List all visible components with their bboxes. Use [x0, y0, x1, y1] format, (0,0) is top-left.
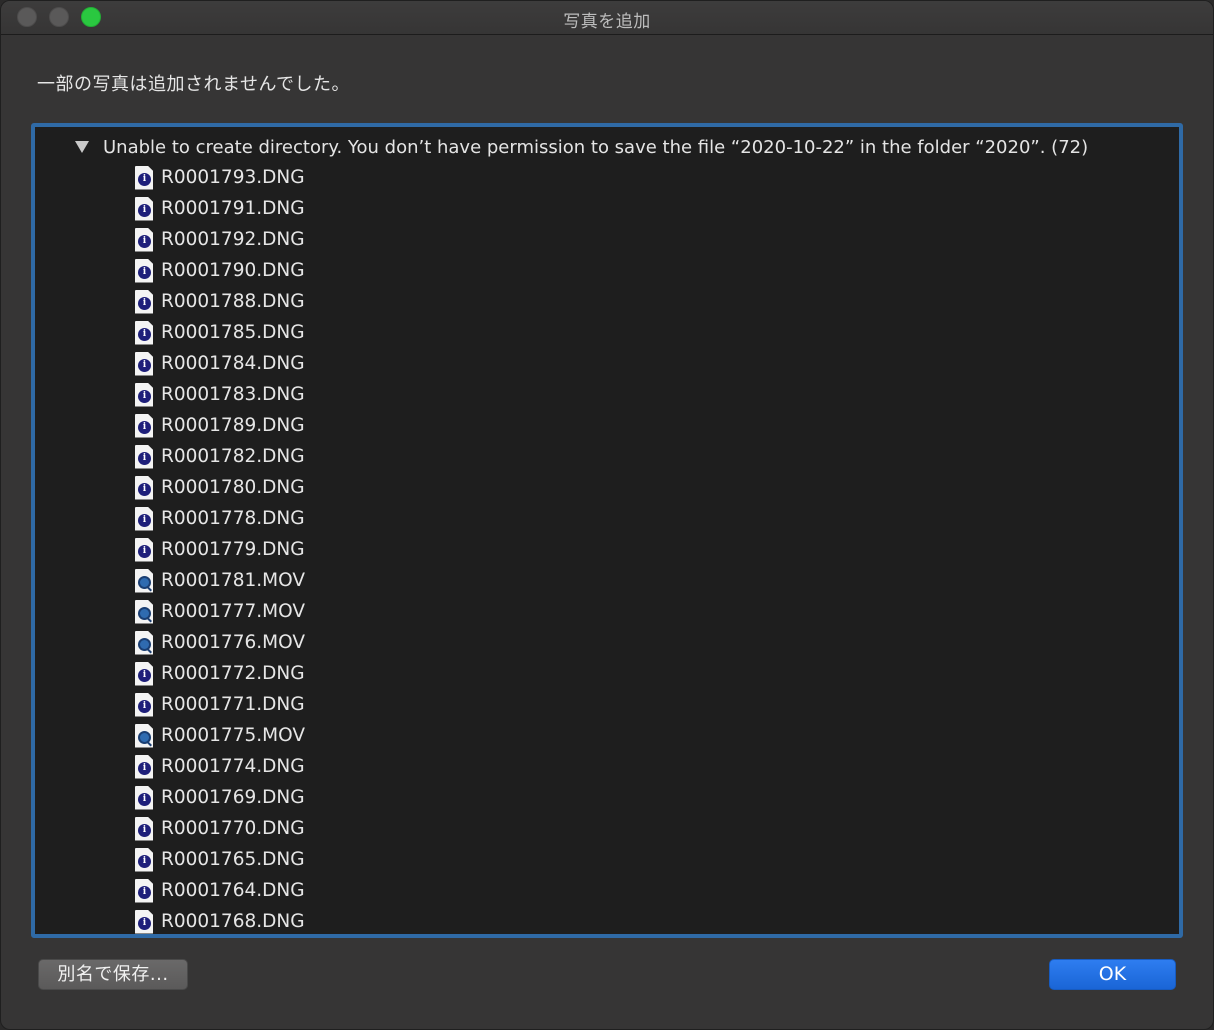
- dng-file-icon: i: [135, 258, 153, 283]
- file-name: R0001776.MOV: [161, 632, 305, 653]
- dng-file-icon: i: [135, 444, 153, 469]
- file-name: R0001777.MOV: [161, 601, 305, 622]
- file-row[interactable]: i R0001779.DNG: [135, 534, 305, 565]
- dng-file-icon: i: [135, 785, 153, 810]
- file-name: R0001790.DNG: [161, 260, 305, 281]
- file-row[interactable]: i R0001790.DNG: [135, 255, 305, 286]
- dng-file-icon: i: [135, 816, 153, 841]
- file-row[interactable]: i R0001772.DNG: [135, 658, 305, 689]
- dng-file-icon: i: [135, 754, 153, 779]
- error-file-list[interactable]: Unable to create directory. You don’t ha…: [31, 123, 1183, 938]
- file-row[interactable]: i R0001774.DNG: [135, 751, 305, 782]
- file-name: R0001775.MOV: [161, 725, 305, 746]
- disclosure-triangle-icon[interactable]: [75, 141, 89, 153]
- dng-file-icon: i: [135, 320, 153, 345]
- file-name: R0001780.DNG: [161, 477, 305, 498]
- dng-file-icon: i: [135, 413, 153, 438]
- dng-file-icon: i: [135, 475, 153, 500]
- file-name: R0001784.DNG: [161, 353, 305, 374]
- dng-file-icon: i: [135, 382, 153, 407]
- file-name: R0001778.DNG: [161, 508, 305, 529]
- file-row[interactable]: i R0001771.DNG: [135, 689, 305, 720]
- file-row[interactable]: i R0001765.DNG: [135, 844, 305, 875]
- dng-file-icon: i: [135, 506, 153, 531]
- file-name: R0001768.DNG: [161, 911, 305, 932]
- file-row[interactable]: i R0001778.DNG: [135, 503, 305, 534]
- file-name: R0001788.DNG: [161, 291, 305, 312]
- file-row[interactable]: R0001777.MOV: [135, 596, 305, 627]
- file-name: R0001769.DNG: [161, 787, 305, 808]
- file-row[interactable]: i R0001791.DNG: [135, 193, 305, 224]
- file-name: R0001779.DNG: [161, 539, 305, 560]
- file-row[interactable]: i R0001782.DNG: [135, 441, 305, 472]
- mov-file-icon: [135, 630, 153, 655]
- dng-file-icon: i: [135, 165, 153, 190]
- mov-file-icon: [135, 599, 153, 624]
- mov-file-icon: [135, 723, 153, 748]
- dng-file-icon: i: [135, 537, 153, 562]
- dng-file-icon: i: [135, 196, 153, 221]
- file-name: R0001791.DNG: [161, 198, 305, 219]
- dialog-window: 写真を追加 一部の写真は追加されませんでした。 Unable to create…: [0, 0, 1214, 1030]
- file-name: R0001785.DNG: [161, 322, 305, 343]
- dng-file-icon: i: [135, 878, 153, 903]
- save-as-button[interactable]: 別名で保存...: [38, 959, 188, 990]
- file-row[interactable]: i R0001768.DNG: [135, 906, 305, 934]
- dng-file-icon: i: [135, 661, 153, 686]
- file-name: R0001771.DNG: [161, 694, 305, 715]
- window-title: 写真を追加: [563, 12, 651, 32]
- file-name: R0001783.DNG: [161, 384, 305, 405]
- error-group-row[interactable]: Unable to create directory. You don’t ha…: [75, 133, 1088, 161]
- file-list: i R0001793.DNG i R0001791.DNG i R0001792.DNG i…: [135, 162, 305, 934]
- file-row[interactable]: i R0001783.DNG: [135, 379, 305, 410]
- file-row[interactable]: i R0001764.DNG: [135, 875, 305, 906]
- file-row[interactable]: i R0001785.DNG: [135, 317, 305, 348]
- file-row[interactable]: i R0001793.DNG: [135, 162, 305, 193]
- file-name: R0001781.MOV: [161, 570, 305, 591]
- dng-file-icon: i: [135, 289, 153, 314]
- file-row[interactable]: R0001776.MOV: [135, 627, 305, 658]
- dng-file-icon: i: [135, 227, 153, 252]
- error-group-label: Unable to create directory. You don’t ha…: [103, 136, 1089, 158]
- file-row[interactable]: i R0001792.DNG: [135, 224, 305, 255]
- file-row[interactable]: R0001781.MOV: [135, 565, 305, 596]
- dng-file-icon: i: [135, 692, 153, 717]
- file-name: R0001789.DNG: [161, 415, 305, 436]
- file-name: R0001774.DNG: [161, 756, 305, 777]
- file-row[interactable]: i R0001788.DNG: [135, 286, 305, 317]
- file-row[interactable]: i R0001784.DNG: [135, 348, 305, 379]
- dng-file-icon: i: [135, 847, 153, 872]
- file-name: R0001764.DNG: [161, 880, 305, 901]
- dng-file-icon: i: [135, 351, 153, 376]
- file-row[interactable]: R0001775.MOV: [135, 720, 305, 751]
- file-row[interactable]: i R0001780.DNG: [135, 472, 305, 503]
- file-name: R0001793.DNG: [161, 167, 305, 188]
- file-name: R0001782.DNG: [161, 446, 305, 467]
- mov-file-icon: [135, 568, 153, 593]
- status-message: 一部の写真は追加されませんでした。: [37, 74, 351, 95]
- file-name: R0001792.DNG: [161, 229, 305, 250]
- file-row[interactable]: i R0001770.DNG: [135, 813, 305, 844]
- file-row[interactable]: i R0001769.DNG: [135, 782, 305, 813]
- ok-button[interactable]: OK: [1049, 959, 1176, 990]
- file-name: R0001772.DNG: [161, 663, 305, 684]
- file-row[interactable]: i R0001789.DNG: [135, 410, 305, 441]
- file-name: R0001765.DNG: [161, 849, 305, 870]
- dng-file-icon: i: [135, 909, 153, 934]
- title-bar[interactable]: 写真を追加: [1, 1, 1213, 35]
- file-name: R0001770.DNG: [161, 818, 305, 839]
